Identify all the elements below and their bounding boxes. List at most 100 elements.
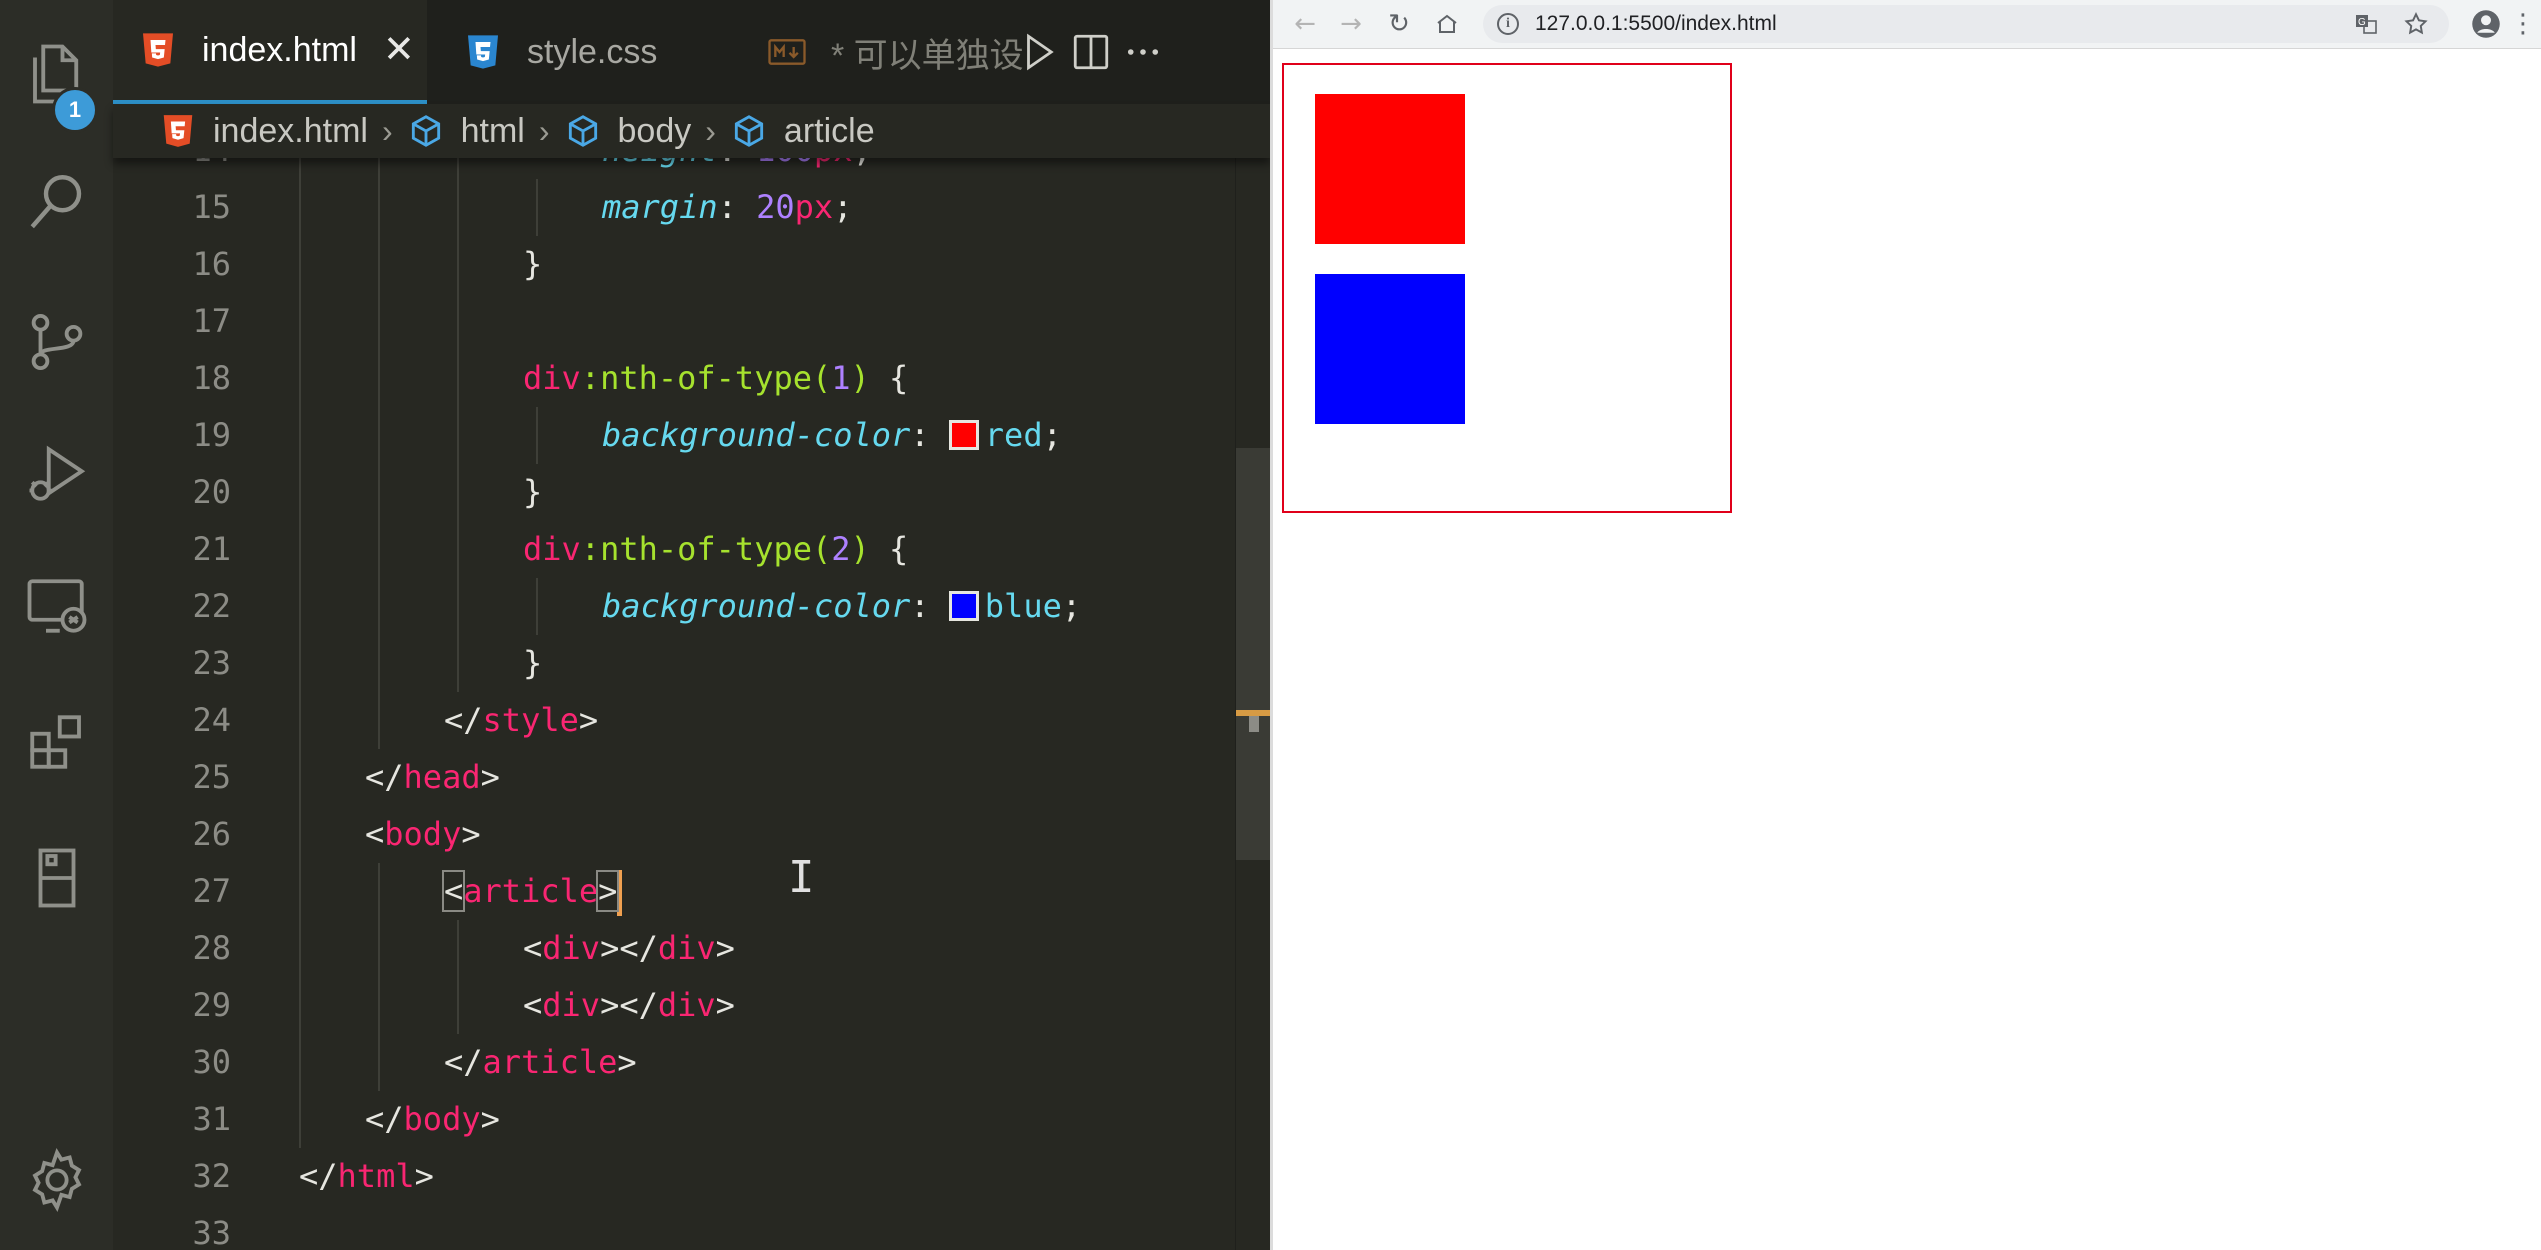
explorer-button[interactable]: 1 [0,14,113,134]
code-text: </html> [299,1157,434,1195]
code-text: </article> [444,1043,637,1081]
red-div [1315,94,1465,244]
code-text: div:nth-of-type(2) { [523,530,909,568]
code-line: 26 <body> [113,806,1235,863]
line-number: 18 [192,359,231,397]
code-line: 30 </article> [113,1034,1235,1091]
source-control-button[interactable] [0,282,113,402]
forward-button[interactable]: → [1333,6,1369,42]
code-line: 25 </head> [113,749,1235,806]
element-cube-icon [411,115,440,147]
reload-button[interactable]: ↻ [1381,6,1417,42]
code-area[interactable]: 14 height: 100px; 15 margin: 20px; 16 } … [113,122,1235,1250]
split-editor-button[interactable] [1065,26,1117,78]
browser-menu-button[interactable]: ⋮ [2510,6,2536,42]
code-text: <div></div> [523,986,735,1024]
code-text: } [523,245,543,283]
code-editor: 1 index.html ✕ style.css * 可以单独设 index.h… [0,0,1270,1250]
code-text: background-color: blue; [602,587,1082,625]
line-number: 24 [192,701,231,739]
settings-button[interactable] [0,1120,113,1240]
code-text: </body> [365,1100,500,1138]
line-number: 16 [192,245,231,283]
scrollbar-thumb[interactable] [1236,448,1270,860]
extensions-button[interactable] [0,682,113,802]
url-input[interactable] [1533,11,2237,37]
tab-style-css[interactable]: style.css [431,0,731,104]
breadcrumb-label: body [617,111,692,150]
text-cursor [617,870,623,916]
avatar-icon [2472,10,2500,38]
breadcrumb-file[interactable]: index.html [159,112,368,151]
breadcrumb-article[interactable]: article [730,112,875,151]
mouse-ibeam-cursor: I [788,852,815,903]
line-number: 28 [192,929,231,967]
editor-tab-bar: index.html ✕ style.css * 可以单独设 [113,0,1270,104]
code-line: 27 <article> [113,863,1235,920]
line-number: 21 [192,530,231,568]
more-icon [1127,49,1159,55]
breadcrumb-body[interactable]: body [564,111,692,151]
code-text: } [523,473,543,511]
info-icon[interactable]: i [1497,13,1519,35]
code-line: 16 } [113,236,1235,293]
code-text: </head> [365,758,500,796]
back-button[interactable]: ← [1287,6,1323,42]
side-panel-button[interactable] [0,818,113,938]
run-debug-icon [29,445,85,501]
address-bar[interactable]: i G [1483,5,2449,43]
close-tab-icon[interactable]: ✕ [383,31,415,69]
line-number: 27 [192,872,231,910]
more-actions-button[interactable] [1117,26,1169,78]
svg-text:G: G [2358,17,2366,28]
activity-bar: 1 [0,0,113,1250]
run-button[interactable] [1013,26,1065,78]
editor-scrollbar[interactable] [1235,130,1270,1250]
breadcrumb-html[interactable]: html [407,112,525,151]
code-line: 23 } [113,635,1235,692]
profile-button[interactable] [2468,6,2504,42]
code-text: <article> [441,863,623,920]
html5-icon [143,33,173,67]
code-text: } [523,644,543,682]
breadcrumb-label: article [783,111,875,150]
tab-label: index.html [202,30,357,69]
line-number: 22 [192,587,231,625]
color-swatch-blue[interactable] [948,591,979,621]
code-line: 31 </body> [113,1091,1235,1148]
code-text: </style> [444,701,599,739]
run-debug-button[interactable] [0,414,113,534]
translate-button[interactable]: G [2349,7,2383,41]
chevron-right-icon: › [538,112,550,149]
bookmark-star-button[interactable] [2399,7,2433,41]
line-number: 17 [192,302,231,340]
explorer-badge: 1 [52,87,98,133]
gear-icon [31,1148,82,1212]
selection-marker [1249,716,1259,732]
source-control-icon [31,313,82,371]
browser-window: ← → ↻ i G ⋮ [1273,0,2541,1250]
split-editor-icon [1073,34,1109,70]
play-icon [1027,33,1054,71]
code-line: 21 div:nth-of-type(2) { [113,521,1235,578]
browser-toolbar: ← → ↻ i G ⋮ [1273,0,2541,49]
home-button[interactable] [1429,6,1465,42]
line-number: 31 [192,1100,231,1138]
search-button[interactable] [0,142,113,262]
markdown-icon [768,39,806,65]
article-box [1282,63,1732,513]
extensions-icon [29,715,81,769]
remote-explorer-button[interactable] [0,546,113,666]
code-text: div:nth-of-type(1) { [523,359,909,397]
line-number: 20 [192,473,231,511]
color-swatch-red[interactable] [948,420,979,450]
line-number: 23 [192,644,231,682]
html5-icon [163,115,193,147]
code-line: 32 </html> [113,1148,1235,1205]
code-text: margin: 20px; [602,188,853,226]
more-vertical-icon: ⋮ [2510,9,2536,39]
blue-div [1315,274,1465,424]
chevron-right-icon: › [381,112,393,149]
tab-index-html[interactable]: index.html ✕ [113,0,427,104]
tab-label: * 可以单独设 [831,36,1024,75]
